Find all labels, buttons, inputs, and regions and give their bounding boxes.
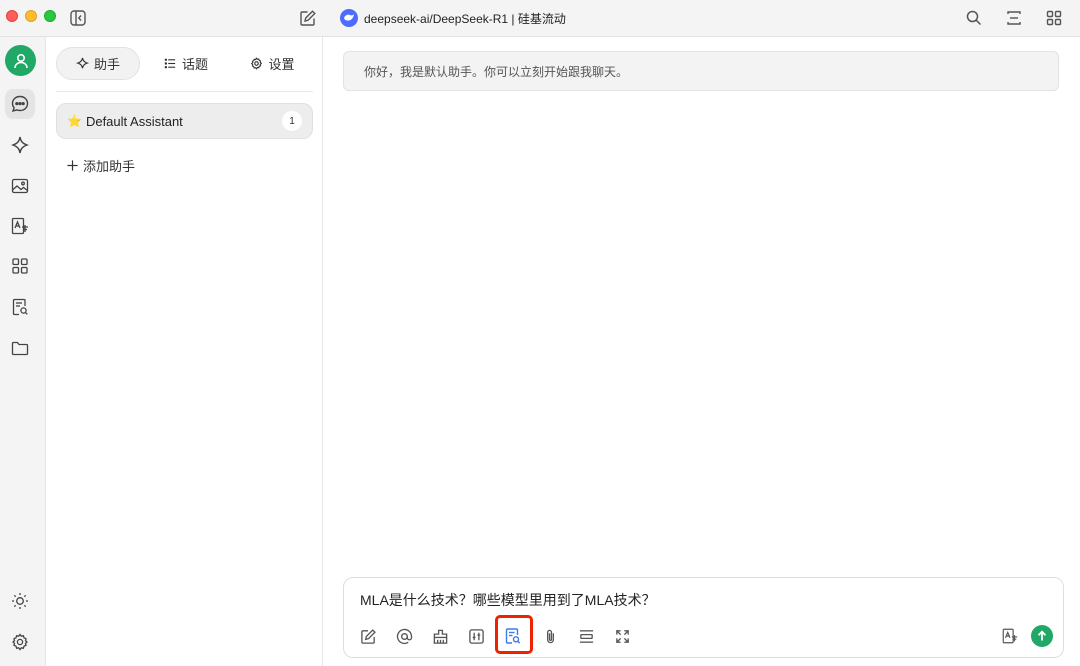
folder-icon[interactable] bbox=[5, 333, 35, 363]
tab-assistants-label: 助手 bbox=[93, 57, 120, 72]
title-bar: deepseek-ai/DeepSeek-R1 | 硅基流动 bbox=[0, 0, 1080, 37]
model-settings-icon[interactable] bbox=[464, 624, 488, 648]
minimize-window-button[interactable] bbox=[25, 10, 37, 22]
translate-icon[interactable] bbox=[5, 211, 35, 241]
add-assistant-button[interactable]: 添加助手 bbox=[66, 155, 135, 175]
assistant-panel: 助手 话题 设置 ⭐ Default Assistant 1 添加助手 bbox=[46, 37, 323, 666]
send-button[interactable] bbox=[1031, 625, 1053, 647]
apps-grid-icon[interactable] bbox=[1043, 7, 1065, 29]
gear-icon bbox=[250, 57, 263, 70]
translate-input-icon[interactable] bbox=[998, 624, 1022, 648]
image-paint-icon[interactable] bbox=[5, 171, 35, 201]
tab-topics-label: 话题 bbox=[181, 57, 208, 72]
add-assistant-label: 添加助手 bbox=[83, 158, 136, 174]
chat-area: 你好，我是默认助手。你可以立刻开始跟我聊天。 bbox=[323, 37, 1080, 666]
attachment-icon[interactable] bbox=[538, 624, 562, 648]
model-title[interactable]: deepseek-ai/DeepSeek-R1 | 硅基流动 bbox=[340, 7, 566, 29]
context-divider-icon[interactable] bbox=[574, 624, 598, 648]
welcome-message-text: 你好，我是默认助手。你可以立刻开始跟我聊天。 bbox=[364, 64, 629, 79]
new-chat-icon[interactable] bbox=[297, 7, 319, 29]
user-avatar[interactable] bbox=[5, 45, 36, 76]
message-composer bbox=[343, 577, 1064, 658]
tab-topics[interactable]: 话题 bbox=[140, 47, 232, 80]
clear-messages-icon[interactable] bbox=[428, 624, 452, 648]
assistant-name: Default Assistant bbox=[85, 113, 183, 129]
tab-settings-label: 设置 bbox=[268, 57, 295, 72]
search-icon[interactable] bbox=[963, 7, 985, 29]
mention-model-icon[interactable] bbox=[392, 624, 416, 648]
knowledge-base-icon[interactable] bbox=[5, 292, 35, 322]
tab-divider bbox=[56, 91, 313, 92]
message-input[interactable] bbox=[360, 591, 1040, 609]
sparkle-icon bbox=[75, 57, 89, 70]
mini-apps-icon[interactable] bbox=[5, 251, 35, 281]
layout-toggle-icon[interactable] bbox=[1003, 7, 1025, 29]
toggle-sidebar-icon[interactable] bbox=[67, 7, 89, 29]
tab-settings[interactable]: 设置 bbox=[232, 47, 313, 80]
zoom-window-button[interactable] bbox=[44, 10, 56, 22]
model-title-text: deepseek-ai/DeepSeek-R1 | 硅基流动 bbox=[364, 11, 566, 26]
welcome-message: 你好，我是默认助手。你可以立刻开始跟我聊天。 bbox=[343, 51, 1059, 91]
topic-count-badge: 1 bbox=[282, 111, 302, 131]
close-window-button[interactable] bbox=[6, 10, 18, 22]
panel-tabs: 助手 话题 设置 bbox=[56, 47, 313, 80]
chat-nav-icon[interactable] bbox=[5, 89, 35, 119]
theme-sun-icon[interactable] bbox=[5, 586, 35, 616]
list-icon bbox=[164, 57, 177, 70]
new-topic-icon[interactable] bbox=[356, 624, 380, 648]
star-icon: ⭐ bbox=[67, 114, 82, 128]
agents-sparkle-icon[interactable] bbox=[5, 130, 35, 160]
settings-gear-icon[interactable] bbox=[5, 627, 35, 657]
knowledge-base-search-icon[interactable] bbox=[501, 624, 525, 648]
plus-icon bbox=[66, 159, 79, 172]
tab-assistants[interactable]: 助手 bbox=[56, 47, 140, 80]
expand-icon[interactable] bbox=[610, 624, 634, 648]
navigation-rail bbox=[0, 37, 46, 666]
deepseek-logo-icon bbox=[340, 9, 358, 27]
assistant-item-default[interactable]: ⭐ Default Assistant 1 bbox=[56, 103, 313, 139]
